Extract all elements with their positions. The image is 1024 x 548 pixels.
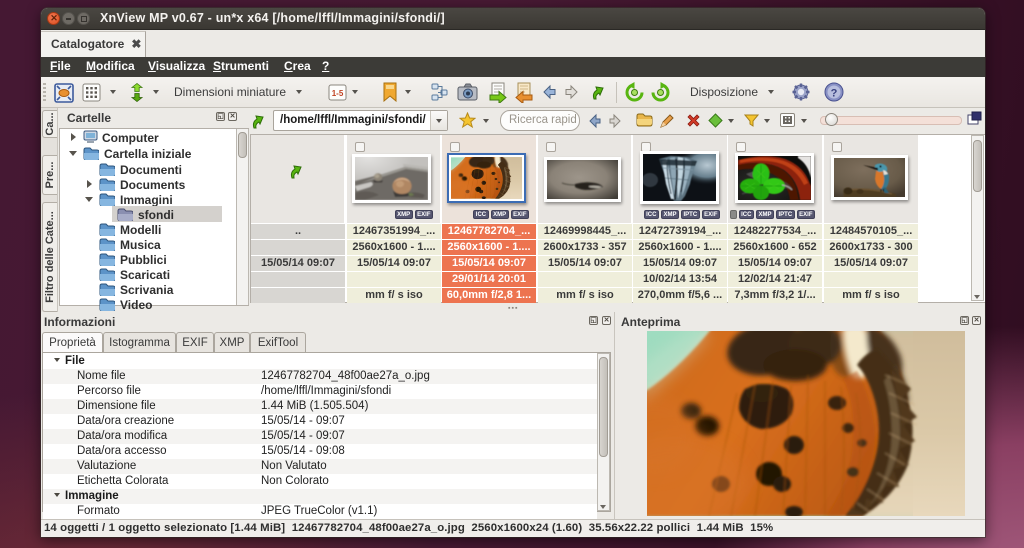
svg-text:?: ?	[831, 88, 838, 100]
svg-text:1-5: 1-5	[332, 89, 344, 98]
